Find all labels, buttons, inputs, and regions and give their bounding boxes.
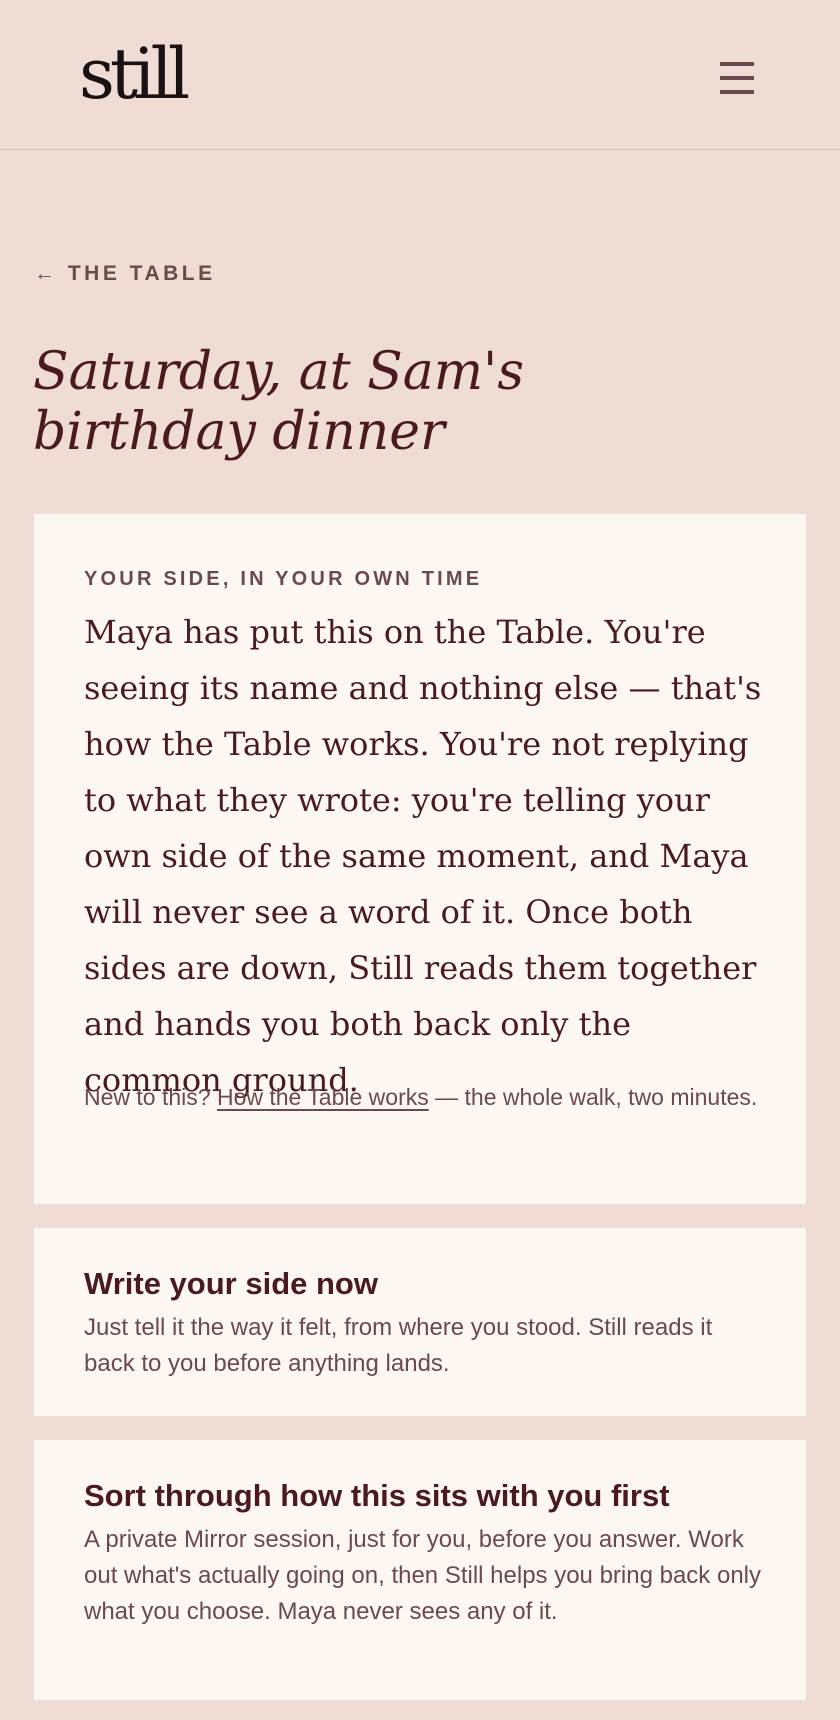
- how-the-table-works-link[interactable]: How the Table works: [217, 1084, 429, 1110]
- page-title-line-1: Saturday, at Sam's: [33, 342, 525, 402]
- new-to-this-note: New to this? How the Table works — the w…: [84, 1076, 774, 1118]
- mirror-option-title: Sort through how this sits with you firs…: [84, 1478, 670, 1513]
- hamburger-menu-icon[interactable]: [720, 62, 754, 94]
- page-title: Saturday, at Sam's birthday dinner: [33, 342, 673, 462]
- back-link-label: THE TABLE: [67, 262, 216, 285]
- still-logo[interactable]: still: [79, 34, 190, 114]
- site-header: still: [0, 0, 840, 150]
- intro-card: YOUR SIDE, IN YOUR OWN TIME Maya has put…: [34, 514, 806, 1204]
- mirror-session-option[interactable]: Sort through how this sits with you firs…: [34, 1440, 806, 1700]
- note-prefix: New to this?: [84, 1084, 217, 1110]
- arrow-left-icon: ←: [34, 262, 59, 285]
- mirror-option-description: A private Mirror session, just for you, …: [84, 1526, 761, 1625]
- write-option-description: Just tell it the way it felt, from where…: [84, 1314, 713, 1377]
- intro-eyebrow: YOUR SIDE, IN YOUR OWN TIME: [84, 568, 483, 590]
- write-option-title: Write your side now: [84, 1266, 378, 1301]
- back-to-table-link[interactable]: ← THE TABLE: [34, 262, 216, 286]
- intro-body-text: Maya has put this on the Table. You're s…: [84, 613, 762, 1099]
- page-title-line-2: birthday dinner: [33, 402, 445, 462]
- write-your-side-option[interactable]: Write your side now Just tell it the way…: [34, 1228, 806, 1416]
- note-suffix: — the whole walk, two minutes.: [428, 1084, 758, 1110]
